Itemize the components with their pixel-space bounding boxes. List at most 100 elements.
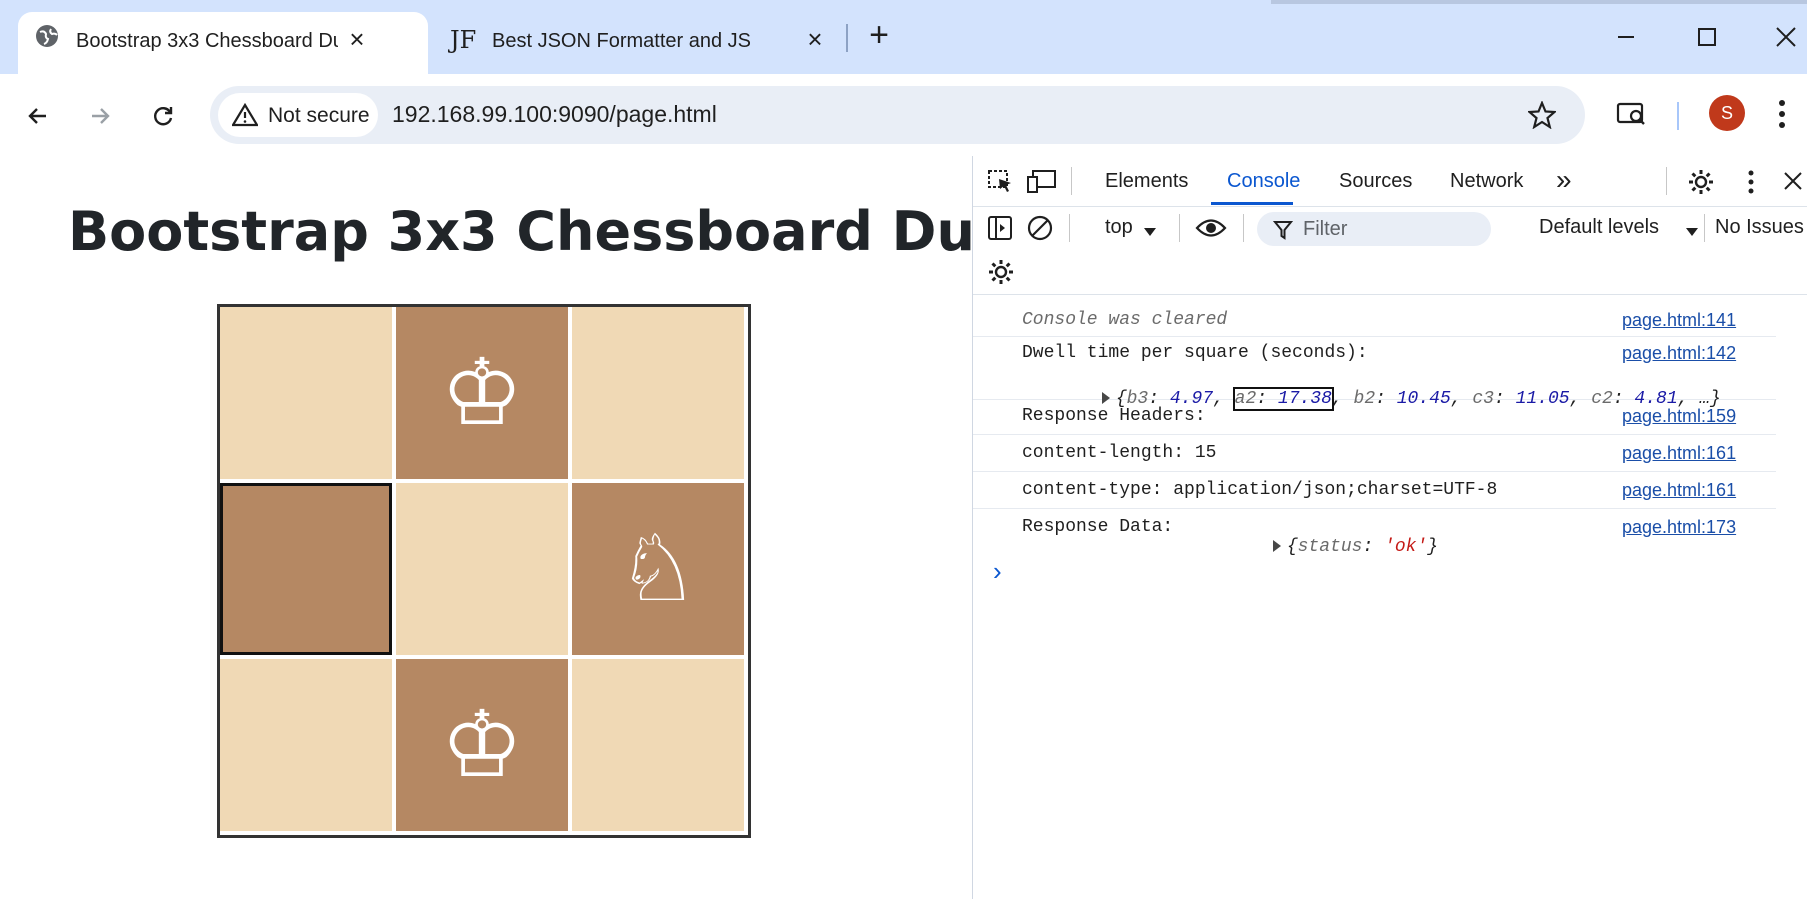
board-square[interactable] [572,307,744,479]
white-knight-piece[interactable]: ♘ [617,523,699,615]
board-square[interactable] [220,659,392,831]
clear-console-icon[interactable] [1027,215,1053,246]
console-message: Response Data: {status: 'ok'} page.html:… [973,509,1776,557]
white-king-piece[interactable]: ♔ [441,699,523,791]
context-selector[interactable]: top [1105,216,1133,239]
more-tabs-button[interactable]: » [1556,164,1572,196]
sidebar-toggle-icon[interactable] [987,215,1013,246]
toolbar-separator [1677,102,1679,130]
tab-strip: Bootstrap 3x3 Chessboard Dum × JF Best J… [0,0,1807,74]
tab-title: Best JSON Formatter and JSON [492,30,750,52]
back-button[interactable] [18,96,58,136]
chessboard: ♔ ♘ ♔ [217,304,751,838]
tab-title: Bootstrap 3x3 Chessboard Dum [76,30,338,52]
source-link[interactable]: page.html:161 [1622,443,1736,464]
entry-value: 'ok' [1384,537,1428,557]
kebab-menu-icon[interactable] [1778,98,1786,135]
close-devtools-icon[interactable] [1783,171,1803,196]
separator [1666,167,1667,195]
maximize-button[interactable] [1687,17,1727,57]
message-text: Response Headers: [1022,406,1206,426]
forward-button[interactable] [80,96,120,136]
filter-placeholder: Filter [1303,218,1348,240]
tab-console[interactable]: Console [1227,170,1300,193]
chevron-down-icon [1143,224,1157,242]
devtools-menu-icon[interactable] [1747,170,1755,199]
board-square[interactable] [572,659,744,831]
board-square[interactable]: ♘ [572,483,744,655]
entry-key: status [1297,537,1363,557]
devtools-panel: Elements Console Sources Network » top F… [972,156,1807,899]
console-prompt[interactable]: › [993,556,1002,587]
separator [1179,214,1180,242]
tab-network[interactable]: Network [1450,170,1523,193]
message-text: Response Data: [1022,517,1174,537]
bookmark-star-icon[interactable] [1526,100,1558,134]
devtools-tabbar: Elements Console Sources Network » [973,156,1807,207]
log-levels-dropdown[interactable]: Default levels [1539,216,1659,239]
issues-counter[interactable]: No Issues [1715,216,1804,239]
console-settings-gear-icon[interactable] [987,258,1015,291]
board-square[interactable]: ♔ [396,659,568,831]
source-link[interactable]: page.html:159 [1622,406,1736,427]
new-tab-button[interactable]: + [862,16,896,55]
message-text: content-type: application/json;charset=U… [1022,480,1498,500]
source-link[interactable]: page.html:141 [1622,310,1736,331]
tab-chessboard[interactable]: Bootstrap 3x3 Chessboard Dum × [18,12,428,74]
message-text: content-length: 15 [1022,443,1217,463]
board-square[interactable] [396,483,568,655]
response-object[interactable]: {status: 'ok'} [1208,517,1438,577]
separator [1243,214,1244,242]
tab-elements[interactable]: Elements [1105,170,1188,193]
board-square[interactable] [220,307,392,479]
url-text[interactable]: 192.168.99.100:9090/page.html [392,101,717,128]
security-chip[interactable]: Not secure [218,93,378,137]
separator [1069,214,1070,242]
white-king-piece[interactable]: ♔ [441,347,523,439]
board-square[interactable] [220,483,392,655]
console-toolbar-row2 [973,250,1807,295]
reload-icon [154,107,173,126]
close-tab-icon[interactable]: × [800,24,830,54]
warning-icon [231,102,259,132]
expand-triangle-icon[interactable] [1272,540,1281,553]
chevron-down-icon [1685,224,1699,242]
console-message: content-length: 15 page.html:161 [973,435,1776,472]
minimize-button[interactable] [1606,17,1646,57]
device-toolbar-icon[interactable] [1027,169,1057,200]
console-message: content-type: application/json;charset=U… [973,472,1776,509]
filter-input[interactable]: Filter [1257,212,1491,246]
globe-icon [34,23,60,54]
live-expression-eye-icon[interactable] [1195,217,1227,244]
active-tab-indicator [1211,202,1293,205]
page-title: Bootstrap 3x3 Chessboard Dummy [68,200,1123,263]
search-tabs-icon[interactable] [1616,101,1646,132]
arrow-left-icon [28,108,46,124]
console-toolbar: top Filter Default levels No Issues [973,206,1807,250]
source-link[interactable]: page.html:142 [1622,343,1736,364]
inspect-element-icon[interactable] [987,169,1015,200]
console-message: Response Headers: page.html:159 [973,400,1776,435]
source-link[interactable]: page.html:161 [1622,480,1736,501]
close-tab-icon[interactable]: × [342,24,372,54]
console-message: Dwell time per square (seconds): page.ht… [973,337,1776,411]
address-bar[interactable]: Not secure 192.168.99.100:9090/page.html [210,86,1585,144]
close-window-button[interactable] [1766,17,1806,57]
tab-strip-edge [1271,0,1807,4]
security-label: Not secure [268,104,370,127]
board-square[interactable]: ♔ [396,307,568,479]
arrow-right-icon [92,108,110,124]
filter-funnel-icon [1272,220,1294,245]
jf-logo-icon: JF [450,26,477,54]
source-link[interactable]: page.html:173 [1622,517,1736,538]
separator [1704,214,1705,242]
tab-sources[interactable]: Sources [1339,170,1412,193]
browser-toolbar: Not secure 192.168.99.100:9090/page.html… [0,74,1807,156]
settings-gear-icon[interactable] [1687,168,1715,201]
message-text: Dwell time per square (seconds): [1022,343,1368,363]
reload-button[interactable] [143,96,183,136]
tab-json-formatter[interactable]: JF Best JSON Formatter and JSON × [432,12,842,74]
profile-avatar[interactable]: S [1709,95,1745,131]
message-text: Console was cleared [1022,310,1228,330]
console-message: Console was cleared page.html:141 [973,302,1776,337]
